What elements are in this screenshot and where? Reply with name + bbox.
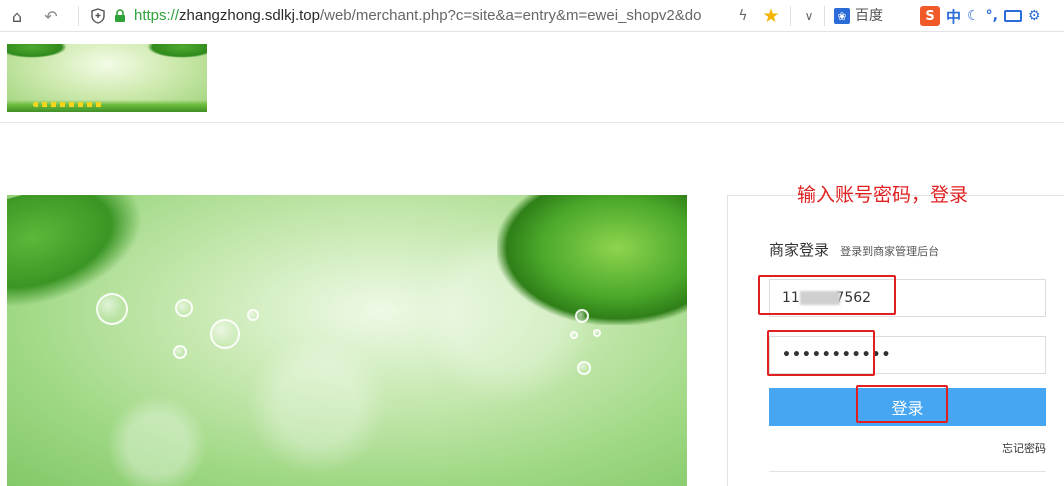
login-button[interactable]: 登录 bbox=[769, 388, 1046, 426]
flower-decoration bbox=[33, 102, 103, 107]
baidu-icon[interactable]: ❀ bbox=[834, 8, 850, 24]
redaction-blur bbox=[800, 291, 840, 305]
keyboard-icon[interactable] bbox=[1003, 10, 1022, 22]
toolbar-divider bbox=[78, 6, 79, 26]
bubble bbox=[175, 299, 193, 317]
url-host: zhangzhong.sdlkj.top bbox=[179, 7, 320, 24]
moon-icon[interactable]: ☾ bbox=[967, 8, 980, 24]
browser-toolbar: ⌂ ↶ https://zhangzhong.sdlkj.top/web/mer… bbox=[0, 0, 1064, 32]
instruction-annotation: 输入账号密码，登录 bbox=[797, 184, 969, 206]
hero-image bbox=[7, 195, 687, 486]
login-heading: 商家登录 登录到商家管理后台 bbox=[769, 239, 939, 260]
bubble bbox=[210, 319, 240, 349]
punctuation-icon[interactable]: °, bbox=[986, 8, 998, 24]
shield-icon[interactable] bbox=[88, 4, 108, 28]
leaves-decoration bbox=[7, 195, 159, 314]
search-engine-label[interactable]: 百度 bbox=[855, 5, 883, 27]
address-bar[interactable]: https://zhangzhong.sdlkj.top/web/merchan… bbox=[134, 5, 701, 27]
bubble bbox=[575, 309, 589, 323]
leaf-decoration bbox=[7, 44, 67, 58]
url-scheme: https:// bbox=[134, 7, 180, 24]
bubble bbox=[570, 331, 578, 339]
ime-language-toggle[interactable]: 中 bbox=[946, 6, 961, 27]
bubble bbox=[247, 309, 259, 321]
site-logo-banner bbox=[7, 44, 207, 112]
bubble bbox=[577, 361, 591, 375]
login-panel: 商家登录 登录到商家管理后台 登录 忘记密码 bbox=[727, 195, 1064, 486]
back-icon[interactable]: ↶ bbox=[40, 4, 62, 28]
header-divider bbox=[0, 122, 1064, 123]
star-icon[interactable]: ★ bbox=[760, 4, 782, 28]
chevron-down-icon[interactable]: ∨ bbox=[798, 4, 820, 28]
bubble bbox=[96, 293, 128, 325]
login-subtitle: 登录到商家管理后台 bbox=[840, 245, 940, 258]
toolbar-divider bbox=[790, 6, 791, 26]
leaf-decoration bbox=[147, 44, 207, 58]
lock-icon bbox=[111, 4, 129, 28]
toolbar-divider bbox=[824, 6, 825, 26]
home-icon[interactable]: ⌂ bbox=[6, 4, 28, 28]
ime-toolbar: S 中 ☾ °, ⚙ bbox=[920, 4, 1064, 28]
login-title: 商家登录 bbox=[769, 241, 830, 259]
skin-icon[interactable]: ⚙ bbox=[1028, 8, 1041, 24]
forgot-password-link[interactable]: 忘记密码 bbox=[1002, 440, 1046, 456]
password-field[interactable] bbox=[769, 336, 1046, 374]
url-path: /web/merchant.php?c=site&a=entry&m=ewei_… bbox=[319, 7, 702, 24]
panel-divider bbox=[769, 471, 1046, 472]
bubble bbox=[173, 345, 187, 359]
leaves-decoration bbox=[497, 195, 687, 325]
bubble bbox=[593, 329, 601, 337]
bolt-icon[interactable]: ϟ bbox=[734, 4, 752, 28]
ime-logo-icon[interactable]: S bbox=[920, 6, 940, 26]
